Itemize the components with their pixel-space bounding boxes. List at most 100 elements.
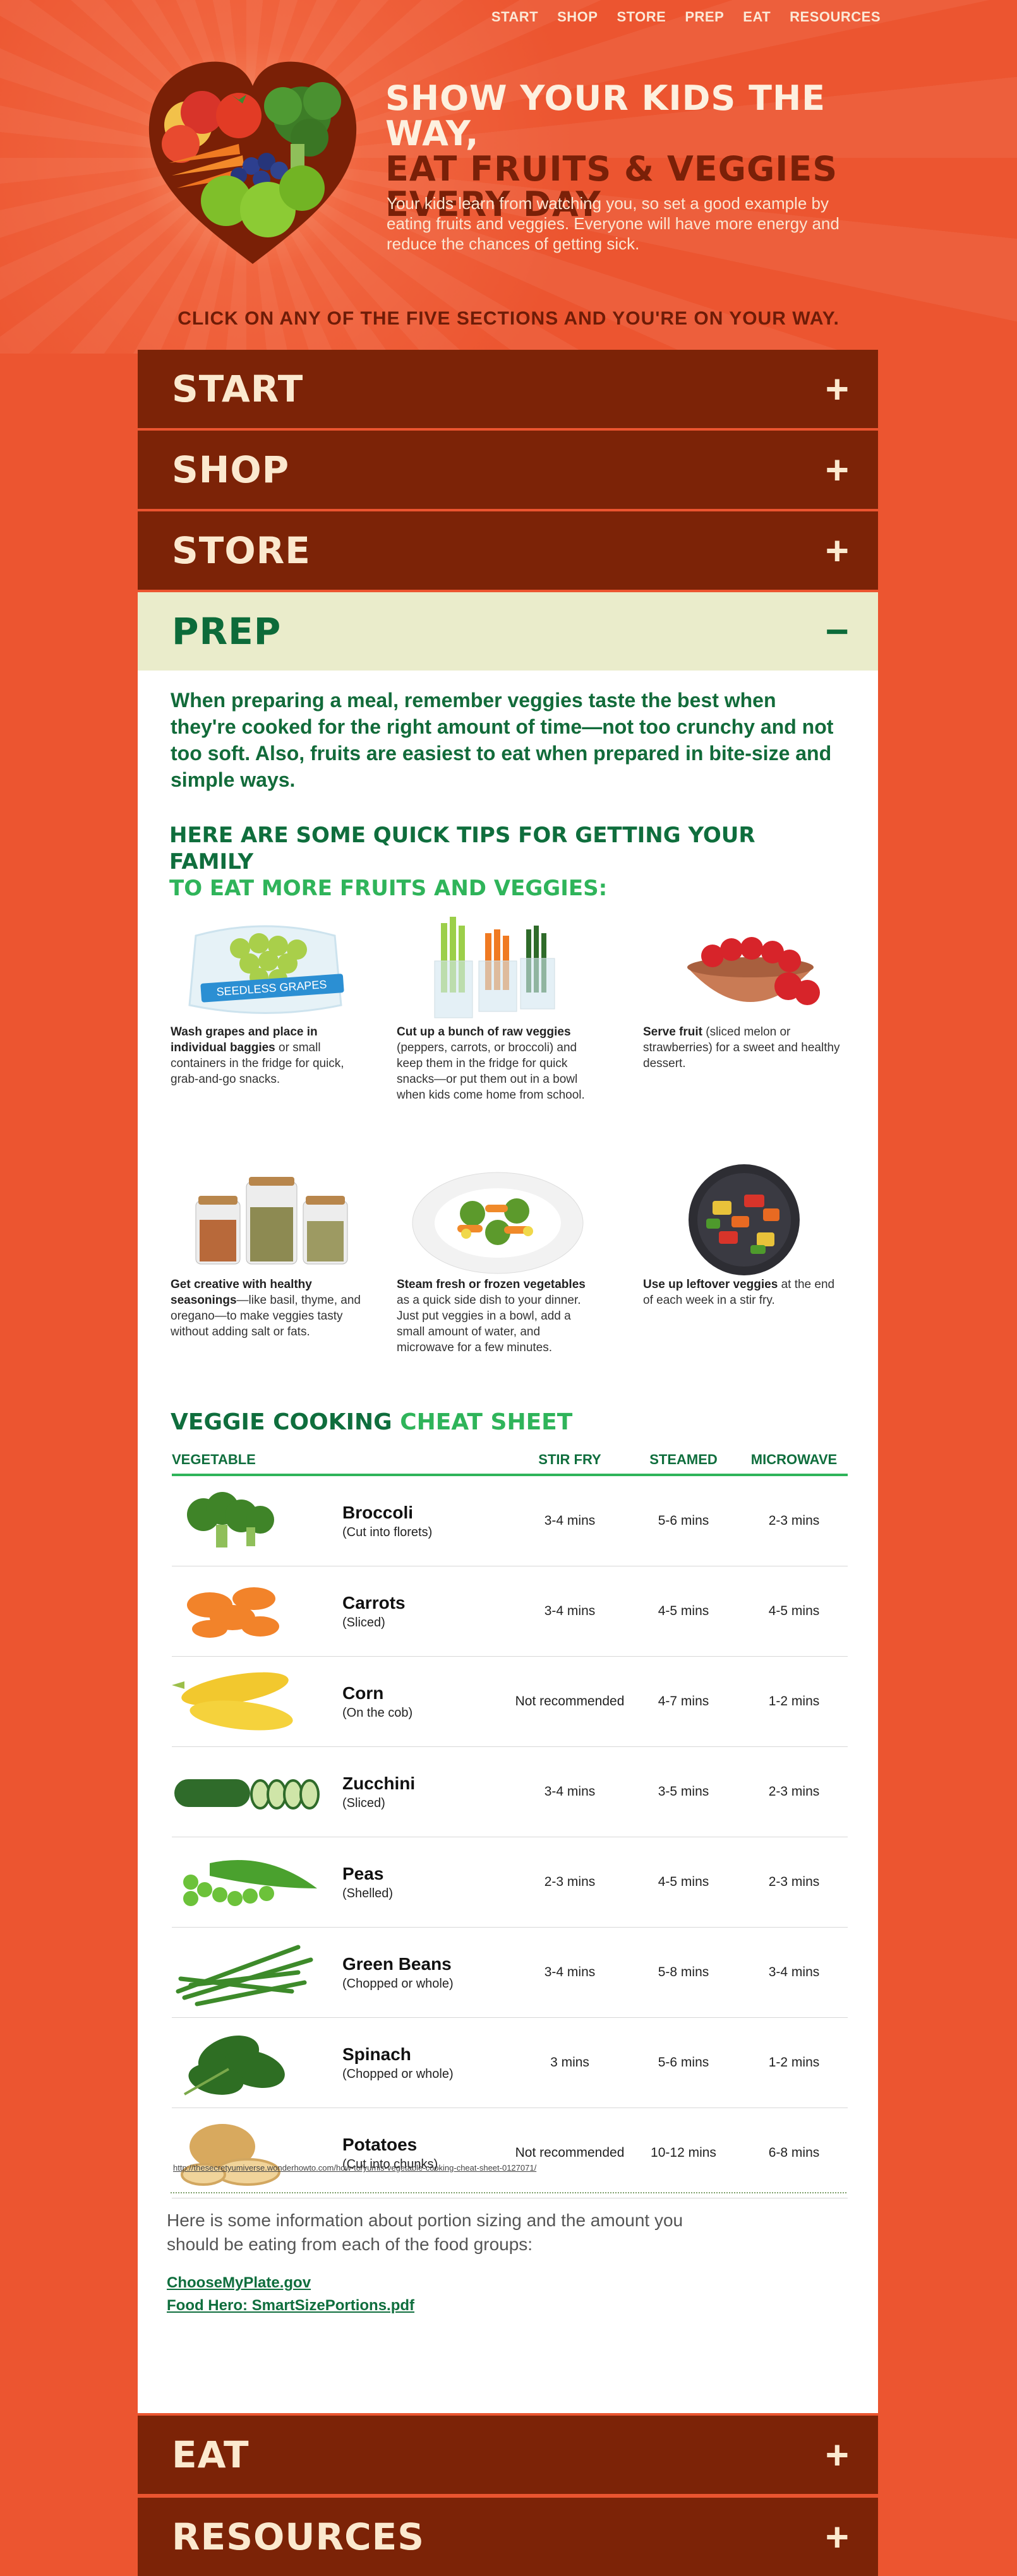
veg-note: (Cut into florets) <box>342 1525 433 1539</box>
veg-name: Broccoli <box>342 1502 414 1522</box>
stir-fry-pan-image <box>643 1163 845 1277</box>
table-row: Zucchini (Sliced) 3-4 mins 3-5 mins 2-3 m… <box>172 1747 848 1837</box>
section-shop-header[interactable]: SHOP + <box>138 431 878 509</box>
section-eat: EAT + <box>138 2416 878 2494</box>
stir-fry-time: 3-4 mins <box>544 1513 596 1528</box>
potatoes-image <box>172 2115 342 2191</box>
steamed-time: 4-5 mins <box>658 1875 709 1889</box>
nav-store[interactable]: STORE <box>617 9 666 25</box>
col-steamed: STEAMED <box>649 1452 718 1467</box>
microwave-time: 6-8 mins <box>768 2145 820 2160</box>
corn-image <box>172 1664 342 1739</box>
stir-fry-time: Not recommended <box>515 1694 625 1708</box>
section-title: EAT <box>172 2433 250 2476</box>
veg-name: Green Beans <box>342 1953 452 1974</box>
veg-name: Spinach <box>342 2044 411 2064</box>
nav-shop[interactable]: SHOP <box>557 9 598 25</box>
plus-icon[interactable]: + <box>826 450 849 490</box>
veg-note: (Shelled) <box>342 1886 394 1900</box>
stir-fry-time: 3-4 mins <box>544 1604 596 1618</box>
nav-resources[interactable]: RESOURCES <box>790 9 881 25</box>
tip-fruit: Serve fruit (sliced melon or strawberrie… <box>643 910 845 1071</box>
section-title: STORE <box>172 529 311 572</box>
section-start: START + <box>138 350 878 428</box>
steamed-vegetables-image <box>397 1163 599 1277</box>
hero-subtitle: Your kids learn from watching you, so se… <box>387 194 839 253</box>
spinach-image <box>172 2025 342 2101</box>
section-eat-header[interactable]: EAT + <box>138 2416 878 2494</box>
veg-note: (Chopped or whole) <box>342 1976 454 1991</box>
veg-note: (Sliced) <box>342 1615 385 1630</box>
tip-text: Use up leftover veggies at the end of ea… <box>643 1278 835 1307</box>
plus-icon[interactable]: + <box>826 2435 849 2475</box>
section-resources: RESOURCES + <box>138 2498 878 2576</box>
steamed-time: 3-5 mins <box>658 1784 709 1799</box>
zucchini-image <box>172 1754 342 1830</box>
section-title: START <box>172 367 304 410</box>
microwave-time: 1-2 mins <box>768 1694 820 1708</box>
stir-fry-time: Not recommended <box>515 2145 625 2160</box>
table-row: Potatoes (Cut into chunks) Not recommende… <box>172 2108 848 2198</box>
section-title: RESOURCES <box>172 2515 425 2558</box>
cheat-sheet-title: VEGGIE COOKING CHEAT SHEET <box>171 1409 572 1435</box>
col-vegetable: VEGETABLE <box>172 1452 256 1467</box>
choosemyplate-link[interactable]: ChooseMyPlate.gov <box>167 2272 414 2294</box>
microwave-time: 1-2 mins <box>768 2055 820 2070</box>
veg-name: Corn <box>342 1683 384 1703</box>
food-hero-link[interactable]: Food Hero: SmartSizePortions.pdf <box>167 2294 414 2317</box>
section-prep-header[interactable]: PREP − <box>138 592 878 671</box>
microwave-time: 2-3 mins <box>768 1513 820 1528</box>
steamed-time: 5-6 mins <box>658 2055 709 2070</box>
section-prep: PREP − When preparing a meal, remember v… <box>138 592 878 2413</box>
microwave-time: 4-5 mins <box>768 1604 820 1618</box>
tip-raw-veggies: Cut up a bunch of raw veggies (peppers, … <box>397 910 599 1103</box>
veg-name: Potatoes <box>342 2134 418 2154</box>
plus-icon[interactable]: + <box>826 369 849 409</box>
section-store-header[interactable]: STORE + <box>138 511 878 590</box>
veggie-sticks-image <box>397 910 599 1024</box>
plus-icon[interactable]: + <box>826 2517 849 2557</box>
microwave-time: 3-4 mins <box>768 1965 820 1979</box>
prep-panel: When preparing a meal, remember veggies … <box>138 671 878 2413</box>
table-header: VEGETABLE STIR FRY STEAMED MICROWAVE <box>172 1446 848 1476</box>
tip-steam: Steam fresh or frozen vegetables as a qu… <box>397 1163 599 1356</box>
hero-title-line1: SHOW YOUR KIDS THE WAY, <box>385 78 826 153</box>
table-row: Peas (Shelled) 2-3 mins 4-5 mins 2-3 mins <box>172 1837 848 1928</box>
source-link[interactable]: http://thesecretyumiverse.wonderhowto.co… <box>173 2163 536 2173</box>
green-beans-image <box>172 1935 342 2010</box>
table-row: Green Beans (Chopped or whole) 3-4 mins 5… <box>172 1928 848 2018</box>
steamed-time: 5-8 mins <box>658 1965 709 1979</box>
section-resources-header[interactable]: RESOURCES + <box>138 2498 878 2576</box>
peas-image <box>172 1844 342 1920</box>
cheat-title-b: CHEAT SHEET <box>400 1409 573 1435</box>
stir-fry-time: 3-4 mins <box>544 1965 596 1979</box>
tip-stir-fry: Use up leftover veggies at the end of ea… <box>643 1163 845 1308</box>
prep-intro: When preparing a meal, remember veggies … <box>171 689 834 791</box>
section-start-header[interactable]: START + <box>138 350 878 428</box>
section-title: SHOP <box>172 448 290 491</box>
hero-title-line2: EAT FRUITS & VEGGIES <box>385 149 838 189</box>
tip-text: Serve fruit (sliced melon or strawberrie… <box>643 1025 840 1070</box>
tip-text: Steam fresh or frozen vegetables as a qu… <box>397 1278 586 1354</box>
nav-start[interactable]: START <box>491 9 538 25</box>
tip-seasonings: Get creative with healthy seasonings—lik… <box>171 1163 373 1340</box>
col-stir-fry: STIR FRY <box>538 1452 601 1467</box>
tips-heading: HERE ARE SOME QUICK TIPS FOR GETTING YOU… <box>169 822 839 902</box>
stir-fry-time: 2-3 mins <box>544 1875 596 1889</box>
stir-fry-time: 3 mins <box>550 2055 589 2070</box>
col-microwave: MICROWAVE <box>750 1452 838 1467</box>
tip-text: Get creative with healthy seasonings—lik… <box>171 1278 361 1339</box>
steamed-time: 4-5 mins <box>658 1604 709 1618</box>
plus-icon[interactable]: + <box>826 530 849 571</box>
stir-fry-time: 3-4 mins <box>544 1784 596 1799</box>
nav-eat[interactable]: EAT <box>743 9 771 25</box>
table-row: Broccoli (Cut into florets) 3-4 mins 5-6 … <box>172 1476 848 1566</box>
veg-note: (Chopped or whole) <box>342 2066 454 2081</box>
top-nav: START SHOP STORE PREP EAT RESOURCES <box>491 9 881 25</box>
tips-heading-line1: HERE ARE SOME QUICK TIPS FOR GETTING YOU… <box>169 823 755 874</box>
microwave-time: 2-3 mins <box>768 1875 820 1889</box>
minus-icon[interactable]: − <box>826 611 849 652</box>
carrots-image <box>172 1573 342 1649</box>
nav-prep[interactable]: PREP <box>685 9 724 25</box>
veg-name: Zucchini <box>342 1773 416 1793</box>
